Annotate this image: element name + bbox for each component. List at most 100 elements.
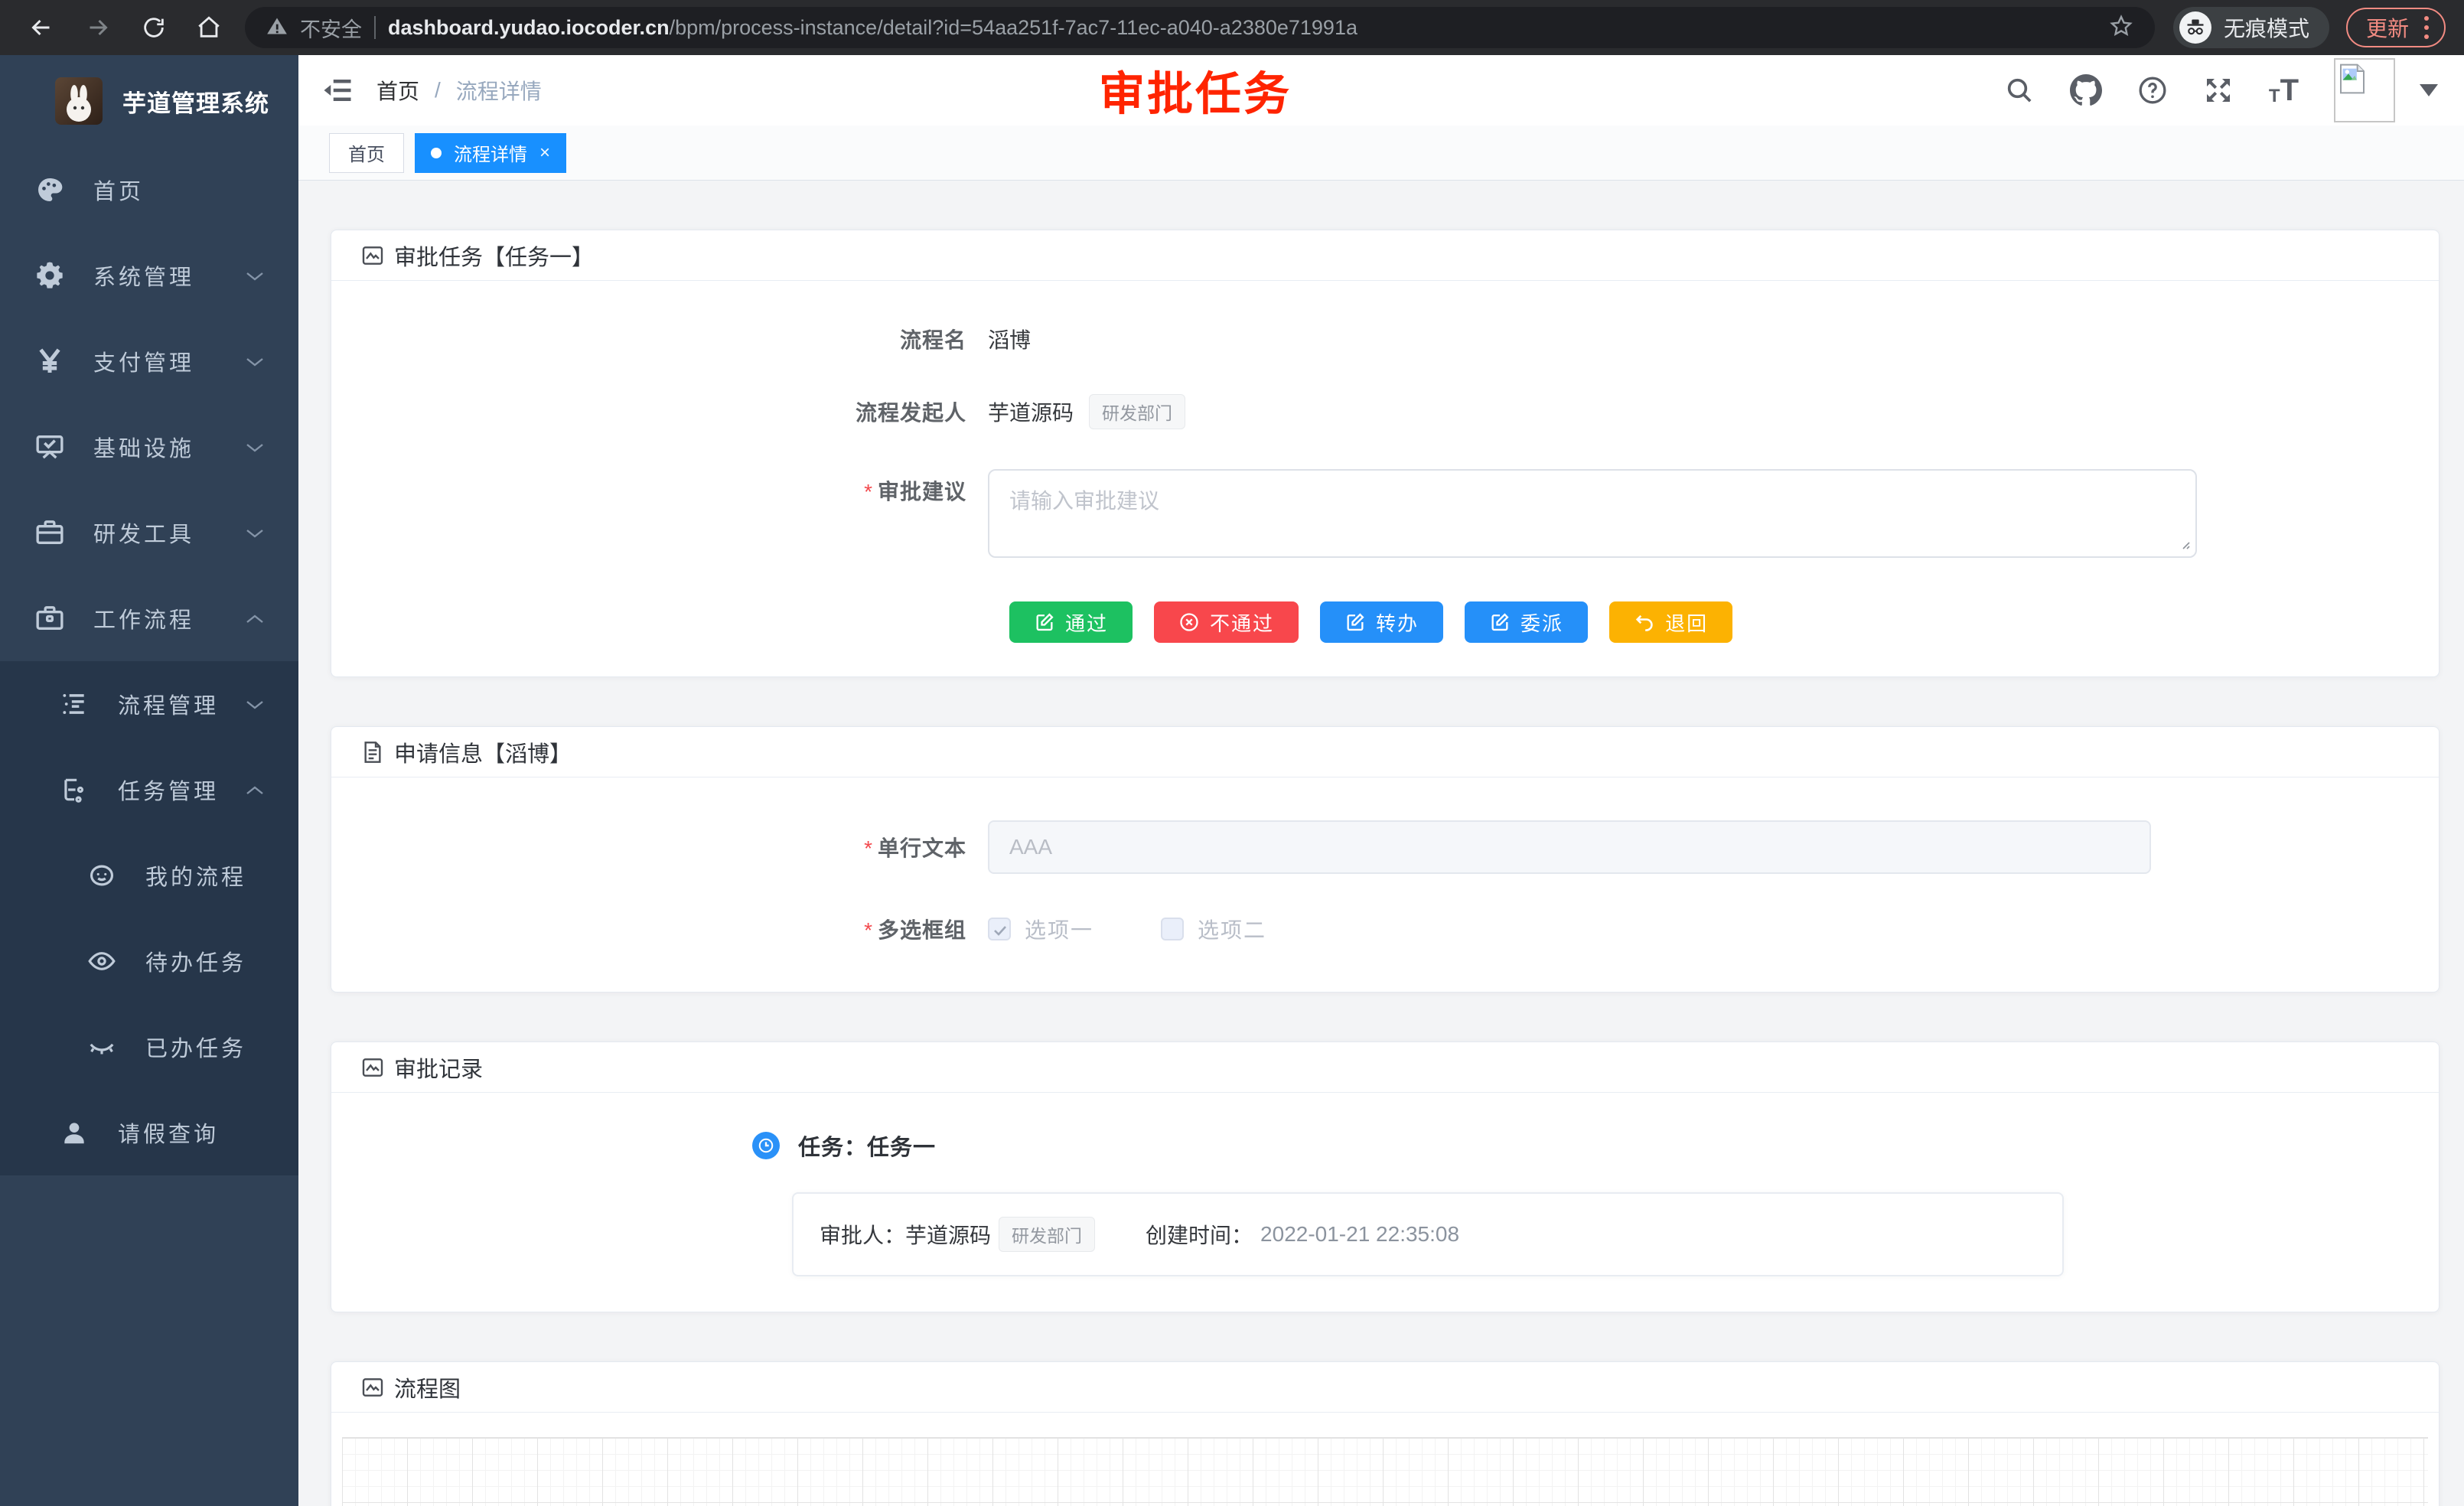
font-size-icon[interactable]: TT (2269, 75, 2299, 106)
process-diagram-card: 流程图 (331, 1361, 2440, 1506)
text-field-row: *单行文本 (331, 820, 2439, 874)
initiator-label: 流程发起人 (331, 396, 988, 427)
sidebar-item-todo-tasks[interactable]: 待办任务 (0, 918, 298, 1004)
chevron-up-icon (245, 606, 265, 631)
github-icon[interactable] (2070, 74, 2102, 106)
return-button[interactable]: 退回 (1609, 601, 1732, 643)
sidebar-item-infra[interactable]: 基础设施 (0, 404, 298, 490)
button-label: 不通过 (1210, 608, 1274, 637)
sidebar-item-label: 基础设施 (93, 431, 245, 463)
approval-card-header: 审批任务【任务一】 (331, 230, 2439, 281)
security-warning-icon[interactable] (266, 15, 288, 41)
url-text[interactable]: dashboard.yudao.iocoder.cn/bpm/process-i… (388, 16, 1357, 40)
avatar[interactable] (2334, 58, 2395, 122)
sidebar-item-label: 工作流程 (93, 602, 245, 634)
update-label[interactable]: 更新 (2366, 12, 2409, 43)
sidebar-item-my-process[interactable]: 我的流程 (0, 833, 298, 918)
app-title: 芋道管理系统 (122, 84, 269, 119)
sidebar-item-done-tasks[interactable]: 已办任务 (0, 1004, 298, 1090)
browser-back-icon[interactable] (28, 14, 55, 41)
task-title: 任务：任务一 (798, 1130, 936, 1162)
chevron-down-icon (245, 520, 265, 546)
sidebar-item-label: 研发工具 (93, 517, 245, 549)
card-title: 审批任务【任务一】 (394, 240, 594, 272)
sidebar-item-label: 我的流程 (145, 859, 265, 892)
sidebar-item-devtools[interactable]: 研发工具 (0, 490, 298, 575)
breadcrumb-home[interactable]: 首页 (376, 75, 419, 106)
chevron-down-icon (245, 435, 265, 460)
security-label[interactable]: 不安全 (300, 13, 362, 43)
document-icon (360, 740, 385, 764)
breadcrumb-separator: / (435, 78, 441, 103)
workflow-submenu: 流程管理 任务管理 我的流程 待办任务 已办任务 请假查询 (0, 661, 298, 1175)
chevron-up-icon (245, 777, 265, 803)
text-field-label: *单行文本 (331, 832, 988, 862)
hamburger-icon[interactable] (298, 74, 376, 106)
card-title: 审批记录 (394, 1051, 483, 1084)
reject-button[interactable]: 不通过 (1154, 601, 1299, 643)
apply-card-header: 申请信息【滔博】 (331, 727, 2439, 777)
checkbox-option-1[interactable]: 选项一 (988, 914, 1093, 944)
sidebar-item-payment[interactable]: 支付管理 (0, 318, 298, 404)
browser-menu-icon[interactable] (2424, 16, 2429, 39)
address-bar[interactable]: 不安全 dashboard.yudao.iocoder.cn/bpm/proce… (245, 7, 2155, 48)
diagram-card-header: 流程图 (331, 1362, 2439, 1413)
browser-reload-icon[interactable] (141, 15, 167, 41)
approve-button[interactable]: 通过 (1009, 601, 1133, 643)
avatar-caret-icon[interactable] (2420, 84, 2438, 96)
resize-handle-icon[interactable] (2179, 538, 2191, 554)
bookmark-star-icon[interactable] (2109, 14, 2133, 42)
picture-icon (360, 1375, 385, 1400)
sidebar-item-leave-query[interactable]: 请假查询 (0, 1090, 298, 1175)
sidebar-item-label: 任务管理 (118, 774, 245, 806)
created-time: 2022-01-21 22:35:08 (1260, 1222, 1459, 1247)
breadcrumb: 首页 / 流程详情 (376, 75, 542, 106)
sidebar-item-home[interactable]: 首页 (0, 147, 298, 233)
main-header: 首页 / 流程详情 审批任务 TT (298, 55, 2464, 126)
monitor-icon (34, 431, 66, 463)
sidebar-item-system[interactable]: 系统管理 (0, 233, 298, 318)
annotation-text: 审批任务 (1099, 57, 1292, 124)
checkbox-unchecked-icon[interactable] (1161, 918, 1184, 940)
sidebar-item-label: 支付管理 (93, 345, 245, 377)
tab-home[interactable]: 首页 (329, 133, 404, 173)
approval-record-card: 审批记录 任务：任务一 审批人： 芋道源码 研发部门 创建时间： 2022-01… (331, 1041, 2440, 1312)
checkbox-checked-icon[interactable] (988, 918, 1011, 940)
approver-label: 审批人： (820, 1219, 905, 1250)
sidebar-item-label: 待办任务 (145, 945, 265, 977)
toolbox-icon (34, 517, 66, 549)
sidebar-item-label: 已办任务 (145, 1031, 265, 1063)
browser-home-icon[interactable] (196, 15, 222, 41)
delegate-button[interactable]: 委派 (1465, 601, 1588, 643)
sidebar-item-process-mgmt[interactable]: 流程管理 (0, 661, 298, 747)
suggestion-textarea[interactable] (988, 469, 2197, 558)
tab-process-detail[interactable]: 流程详情 × (415, 133, 566, 173)
sidebar-item-label: 首页 (93, 174, 265, 206)
browser-update-button[interactable]: 更新 (2346, 8, 2446, 47)
tab-close-icon[interactable]: × (539, 142, 550, 164)
url-divider (374, 16, 376, 39)
record-detail-box: 审批人： 芋道源码 研发部门 创建时间： 2022-01-21 22:35:08 (792, 1192, 2064, 1276)
apply-info-card: 申请信息【滔博】 *单行文本 *多选框组 选项一 (331, 726, 2440, 993)
transfer-button[interactable]: 转办 (1320, 601, 1443, 643)
chevron-down-icon (245, 692, 265, 717)
button-label: 转办 (1376, 608, 1419, 637)
search-icon[interactable] (2004, 75, 2035, 106)
bpmn-canvas[interactable] (342, 1437, 2428, 1506)
picture-icon (360, 1055, 385, 1080)
suggestion-row: *审批建议 (331, 469, 2439, 562)
picture-icon (360, 243, 385, 268)
help-icon[interactable] (2137, 75, 2168, 106)
sidebar-item-label: 流程管理 (118, 688, 245, 720)
sidebar-item-label: 请假查询 (118, 1116, 265, 1149)
browser-forward-icon[interactable] (84, 14, 112, 41)
app-logo-row[interactable]: 芋道管理系统 (0, 55, 298, 147)
fullscreen-icon[interactable] (2203, 75, 2234, 106)
single-line-input[interactable] (988, 820, 2151, 874)
checkbox-group-label: *多选框组 (331, 914, 988, 944)
sidebar-item-task-mgmt[interactable]: 任务管理 (0, 747, 298, 833)
tab-active-dot (431, 148, 442, 158)
checkbox-option-2[interactable]: 选项二 (1161, 914, 1266, 944)
sidebar-item-workflow[interactable]: 工作流程 (0, 575, 298, 661)
browser-toolbar: 不安全 dashboard.yudao.iocoder.cn/bpm/proce… (0, 0, 2464, 55)
